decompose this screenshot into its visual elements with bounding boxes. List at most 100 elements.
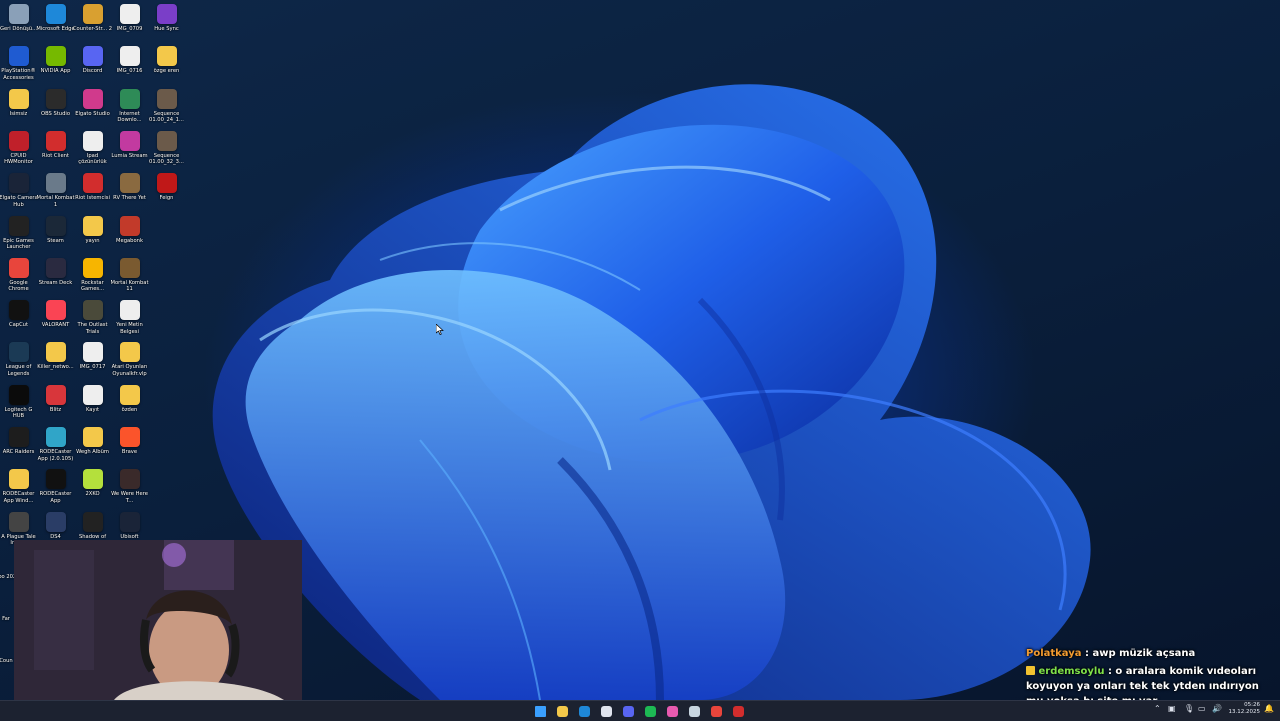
desktop-icon[interactable]: Epic Games Launcher bbox=[0, 214, 37, 256]
desktop-icon[interactable]: Elgato Camera Hub bbox=[0, 171, 38, 213]
desktop-icon[interactable]: NVIDIA App bbox=[37, 44, 74, 86]
taskbar: ⌃ ▣ 🎙 ▭ 🔊 05:26 13.12.2025 🔔 bbox=[0, 700, 1280, 721]
desktop-icon-label: 2XKO bbox=[85, 491, 100, 498]
folder-icon bbox=[156, 46, 177, 67]
desktop-icon[interactable]: RV There Yet bbox=[111, 171, 148, 213]
desktop-icon[interactable]: Riot İstemcisi bbox=[74, 171, 111, 213]
desktop-icon[interactable]: PlayStation® Accessories bbox=[0, 44, 37, 86]
discord-taskbar-button[interactable] bbox=[619, 703, 637, 719]
desktop-icon[interactable]: Discord bbox=[74, 44, 111, 86]
idm-icon bbox=[119, 88, 140, 109]
desktop-icon[interactable]: Yeni Metin Belgesi bbox=[111, 298, 148, 340]
desktop-icon-label: IMG_0717 bbox=[79, 364, 106, 371]
steam-taskbar-icon bbox=[688, 705, 700, 717]
desktop-icon[interactable]: Atari Oyunları Oyunalkfr.vlp bbox=[111, 340, 148, 382]
image-file-icon bbox=[119, 46, 140, 67]
desktop-icon[interactable]: RODECaster App Wind... bbox=[0, 467, 37, 509]
mortal-kombat-icon bbox=[45, 173, 66, 194]
we-were-here-icon bbox=[119, 469, 140, 490]
start-button[interactable] bbox=[531, 703, 549, 719]
desktop-icon[interactable]: Sequence 01.00_24_1... bbox=[148, 87, 185, 129]
riot-taskbar-button[interactable] bbox=[729, 703, 747, 719]
desktop-icon-label: Google Chrome bbox=[8, 279, 29, 293]
desktop-icon[interactable]: İsimsiz bbox=[0, 87, 37, 129]
desktop-icon[interactable]: CPUID HWMonitor bbox=[0, 129, 37, 171]
capcut-icon bbox=[8, 300, 29, 321]
desktop-icon[interactable]: özden bbox=[111, 383, 148, 425]
steam-taskbar-button[interactable] bbox=[685, 703, 703, 719]
brave-icon bbox=[119, 427, 140, 447]
desktop-icon[interactable]: Kayıt bbox=[74, 383, 111, 425]
obs-icon bbox=[45, 88, 66, 109]
desktop-icon-label: ARC Raiders bbox=[2, 449, 35, 455]
desktop-icon[interactable]: Riot Client bbox=[37, 129, 74, 171]
desktop-icon-label: VALORANT bbox=[41, 322, 70, 329]
desktop-icon[interactable]: Hue Sync bbox=[148, 2, 185, 44]
desktop-icon[interactable]: The Outlast Trials bbox=[74, 298, 111, 340]
desktop-icon[interactable]: Steam bbox=[37, 214, 74, 256]
desktop-icon[interactable]: Internet Downlo... bbox=[111, 87, 148, 129]
desktop-icon[interactable]: Rockstar Games... bbox=[74, 256, 111, 298]
steam-icon bbox=[45, 215, 66, 236]
desktop-icon[interactable]: Microsoft Edge bbox=[36, 2, 75, 44]
desktop-icon-label: Sequence 01.00_32_3... bbox=[149, 152, 184, 166]
desktop-icon-label: IMG_0716 bbox=[116, 68, 143, 75]
desktop-icon[interactable]: Lumia Stream bbox=[111, 129, 148, 171]
spotify-taskbar-button[interactable] bbox=[641, 703, 659, 719]
notification-bell-icon[interactable]: 🔔 bbox=[1264, 704, 1274, 713]
desktop-icon[interactable]: yayın bbox=[74, 214, 111, 256]
desktop-icon[interactable]: CapCut bbox=[0, 298, 37, 340]
hue-sync-icon bbox=[156, 4, 177, 24]
desktop-icon[interactable]: ARC Raiders bbox=[0, 425, 37, 467]
desktop-icon[interactable]: özge eren bbox=[148, 44, 185, 86]
desktop-icon-label: Rockstar Games... bbox=[80, 279, 105, 293]
desktop-icon[interactable]: Counter-Str... 2 bbox=[73, 2, 112, 44]
chrome-taskbar-button[interactable] bbox=[707, 703, 725, 719]
rv-there-yet-icon bbox=[119, 173, 140, 194]
desktop-icon-label: Yeni Metin Belgesi bbox=[116, 322, 143, 335]
rodecaster-icon bbox=[45, 427, 66, 447]
desktop-icon[interactable]: IMG_0717 bbox=[74, 340, 111, 382]
desktop-icon[interactable]: Brave bbox=[111, 425, 148, 467]
store-taskbar-button[interactable] bbox=[597, 703, 615, 719]
desktop-icon[interactable]: RODECaster App (2.0.105) bbox=[37, 425, 74, 467]
network-icon[interactable]: ▭ bbox=[1198, 704, 1206, 713]
folder-icon bbox=[119, 384, 140, 405]
desktop-icon[interactable]: Logitech G HUB bbox=[0, 383, 37, 425]
desktop-icon[interactable]: Sequence 01.00_32_3... bbox=[148, 129, 185, 171]
volume-icon[interactable]: 🔊 bbox=[1212, 704, 1222, 713]
desktop-icon[interactable]: Wegh Albüm bbox=[74, 425, 111, 467]
system-clock[interactable]: 05:26 13.12.2025 bbox=[1229, 702, 1261, 716]
desktop-icon[interactable]: RODECaster App bbox=[37, 467, 74, 509]
desktop-icon[interactable]: 2XKO bbox=[74, 467, 111, 509]
file-explorer-button[interactable] bbox=[553, 703, 571, 719]
desktop-icon[interactable]: Mortal Kombat 11 bbox=[111, 256, 148, 298]
rockstar-icon bbox=[82, 257, 103, 278]
desktop-icon[interactable]: Feign bbox=[148, 171, 185, 213]
desktop-icon[interactable]: Killer_netwo... bbox=[37, 340, 74, 382]
tray-app-icon[interactable]: ▣ bbox=[1168, 704, 1176, 713]
desktop-icon[interactable]: Mortal Kombat 1 bbox=[37, 171, 74, 213]
desktop-icon[interactable]: OBS Studio bbox=[37, 87, 74, 129]
desktop-icon[interactable]: Ipad çözünürlük bbox=[74, 129, 111, 171]
cs2-icon bbox=[82, 4, 103, 24]
desktop-icon[interactable]: IMG_0716 bbox=[111, 44, 148, 86]
desktop-icon-label: Blitz bbox=[49, 406, 62, 413]
edge-taskbar-button[interactable] bbox=[575, 703, 593, 719]
desktop-icon[interactable]: We Were Here T... bbox=[111, 467, 148, 509]
desktop-icon[interactable]: Geri Dönüşü... bbox=[0, 2, 37, 44]
desktop-icon[interactable]: Google Chrome bbox=[0, 256, 37, 298]
desktop-icon[interactable]: League of Legends bbox=[0, 340, 37, 382]
desktop-icon[interactable]: Blitz bbox=[37, 383, 74, 425]
desktop-icon-label: Elgato Studio bbox=[75, 110, 110, 117]
blitz-icon bbox=[45, 384, 66, 405]
desktop-icon[interactable]: Elgato Studio bbox=[74, 87, 111, 129]
tray-overflow-chevron-icon[interactable]: ⌃ bbox=[1154, 704, 1161, 713]
desktop-icon[interactable]: IMG_0709 bbox=[111, 2, 148, 44]
desktop-icon[interactable]: Megabonk bbox=[111, 214, 148, 256]
desktop-icon[interactable]: VALORANT bbox=[37, 298, 74, 340]
desktop-icon[interactable]: Stream Deck bbox=[37, 256, 74, 298]
desktop-icon-label: Discord bbox=[82, 68, 103, 75]
microphone-icon[interactable]: 🎙 bbox=[1184, 704, 1194, 713]
app-taskbar-button[interactable] bbox=[663, 703, 681, 719]
